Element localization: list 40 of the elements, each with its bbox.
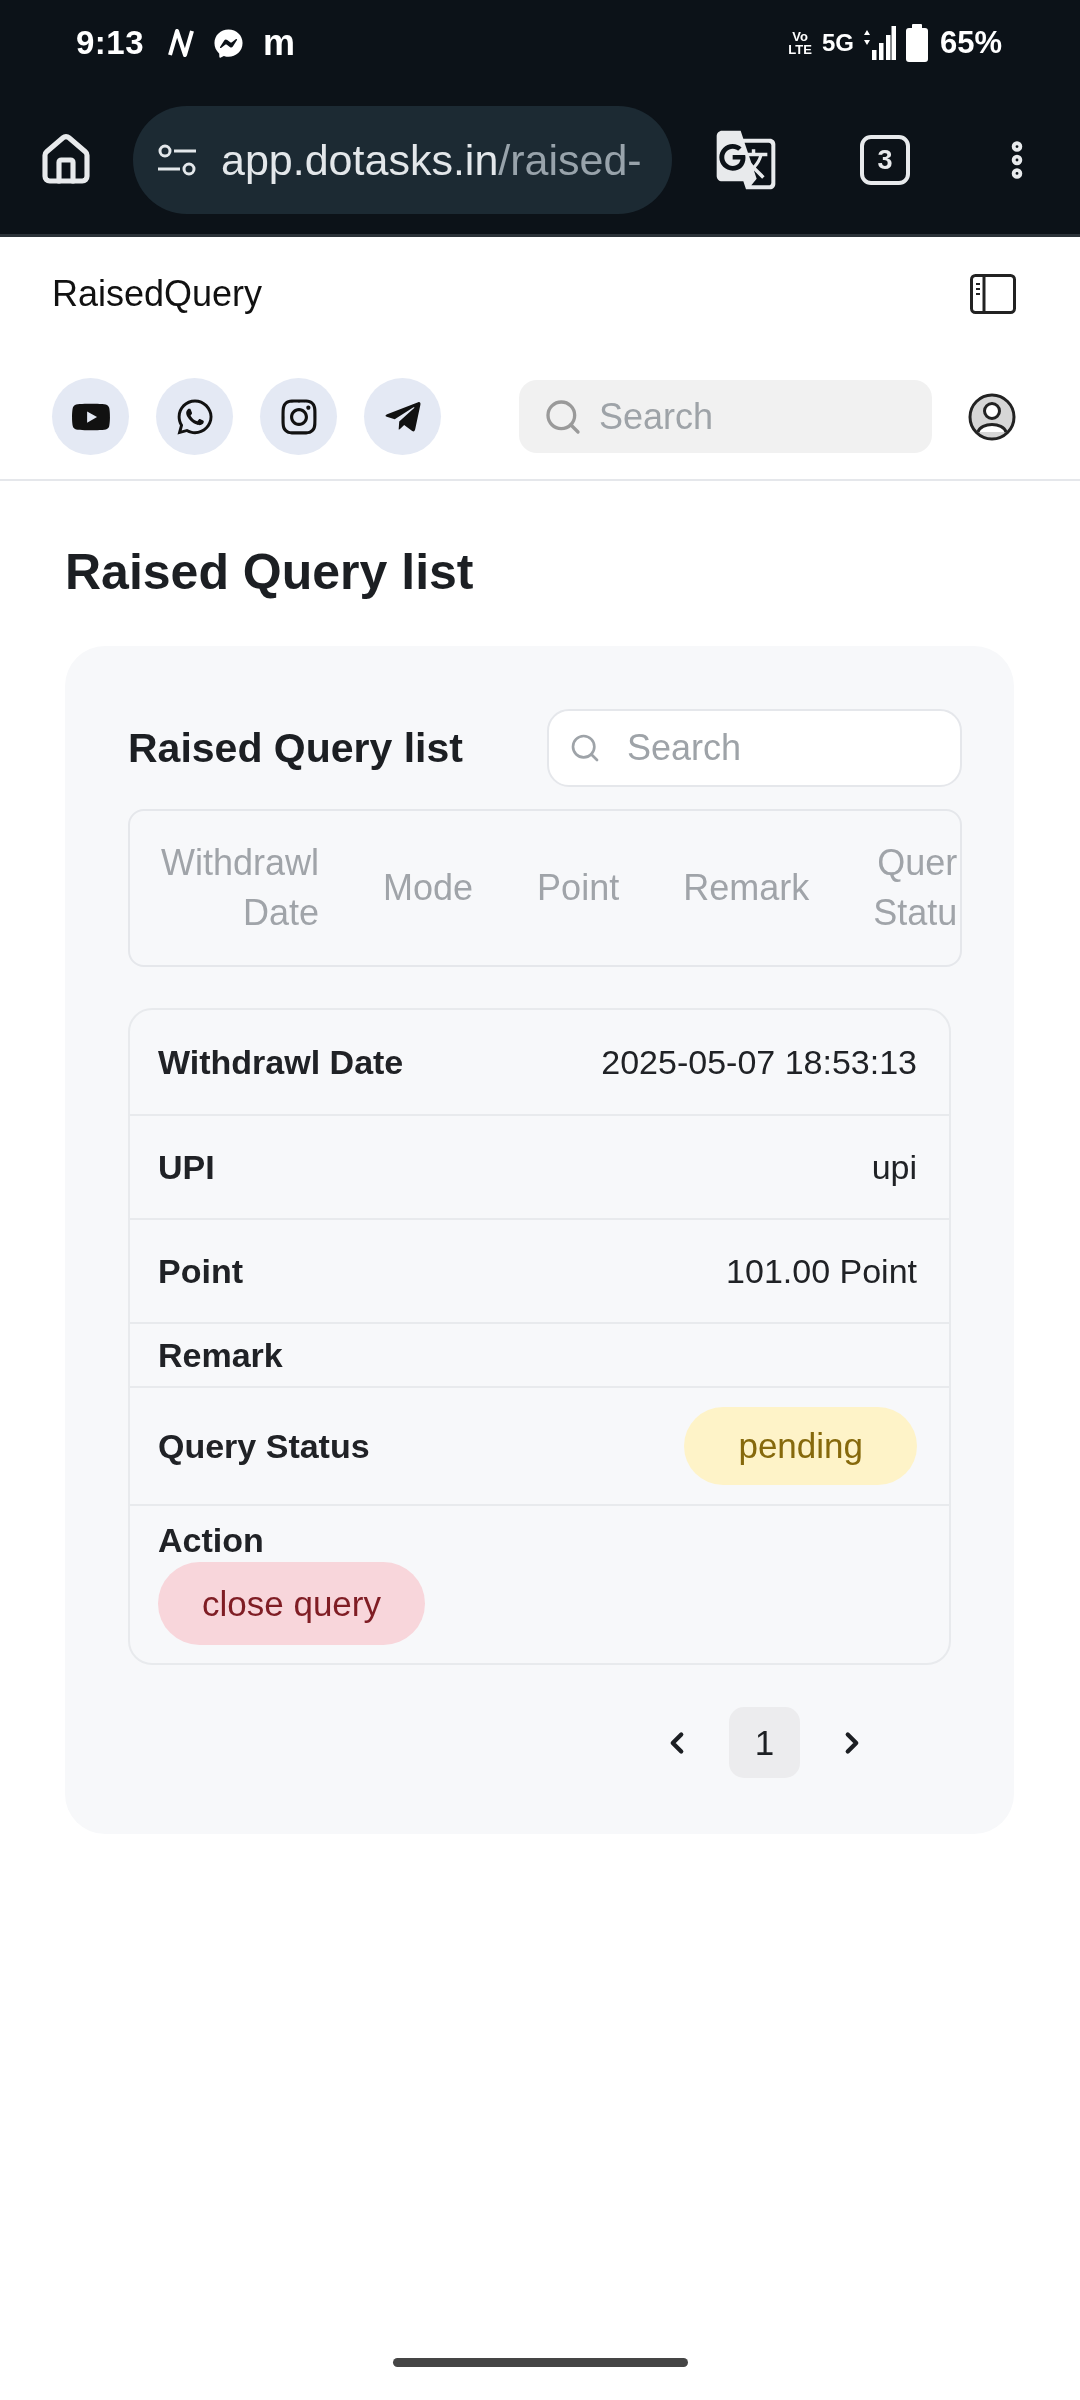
signal-icon <box>863 26 896 60</box>
sidebar-toggle-icon[interactable] <box>970 274 1016 314</box>
sliders-icon <box>157 144 197 176</box>
field-label: Point <box>158 1251 243 1291</box>
url-text: app.dotasks.in/raised- <box>221 135 642 185</box>
search-field[interactable]: Search <box>547 709 962 787</box>
translate-icon[interactable] <box>714 128 778 192</box>
field-label: Withdrawl Date <box>158 1042 404 1082</box>
tab-switcher-button[interactable]: 3 <box>860 135 910 185</box>
field-value: upi <box>871 1147 917 1187</box>
page-title: Raised Query list <box>65 543 474 602</box>
network-label: 5G <box>821 29 854 57</box>
card-title: Raised Query list <box>128 724 463 772</box>
site-title: RaisedQuery <box>52 273 263 315</box>
column-header: Withdrawl Date <box>161 841 320 935</box>
search-icon <box>569 732 601 764</box>
field-value: 101.00 Point <box>726 1251 917 1291</box>
address-bar[interactable]: app.dotasks.in/raised- <box>133 106 672 214</box>
volte-label: Vo LTE <box>788 30 812 56</box>
zigzag-icon <box>168 29 195 57</box>
status-badge: pending <box>684 1407 917 1485</box>
search-field[interactable]: Search <box>519 380 932 453</box>
battery-icon <box>905 24 928 62</box>
messenger-icon <box>214 28 244 58</box>
page-button[interactable]: 1 <box>729 1707 800 1778</box>
battery-percent: 65% <box>939 25 1002 61</box>
field-label: Query Status <box>158 1426 370 1466</box>
field-label: UPI <box>158 1147 215 1187</box>
column-header: Remark <box>683 866 810 910</box>
field-label: Action <box>158 1520 264 1560</box>
column-header: Quer Statu <box>873 841 958 935</box>
clock-time: 9:13 <box>76 24 145 62</box>
close-query-button[interactable]: close query <box>158 1562 425 1645</box>
field-value: 2025-05-07 18:53:13 <box>601 1042 917 1082</box>
profile-icon[interactable] <box>968 392 1016 441</box>
notification-icon: m <box>263 25 296 61</box>
column-header: Point <box>537 866 620 910</box>
column-header: Mode <box>383 866 474 910</box>
field-label: Remark <box>158 1335 283 1375</box>
instagram-icon <box>278 396 319 437</box>
